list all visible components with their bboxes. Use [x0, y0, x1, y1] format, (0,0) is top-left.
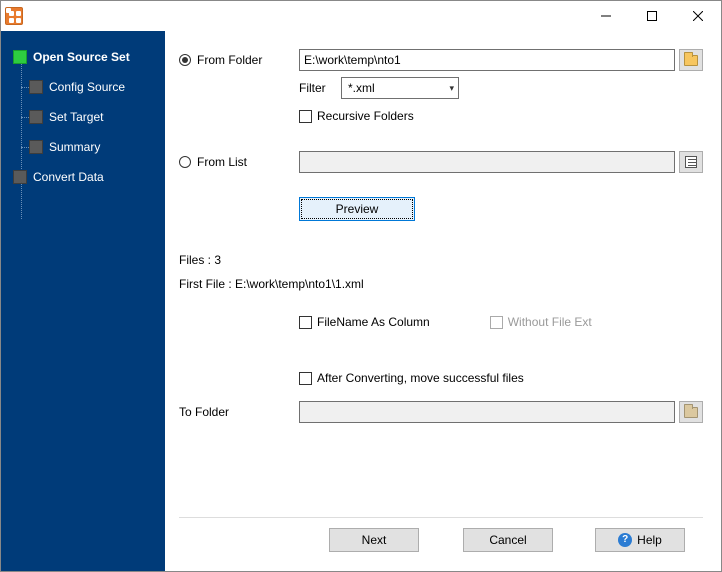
cancel-button[interactable]: Cancel — [463, 528, 553, 552]
from-folder-radio[interactable] — [179, 54, 191, 66]
to-folder-input — [299, 401, 675, 423]
titlebar — [1, 1, 721, 31]
browse-list-button[interactable] — [679, 151, 703, 173]
list-icon — [685, 156, 697, 168]
help-button[interactable]: ? Help — [595, 528, 685, 552]
help-button-label: Help — [637, 533, 662, 547]
recursive-checkbox[interactable] — [299, 110, 312, 123]
to-folder-label: To Folder — [179, 405, 229, 419]
sidebar-item-config-source[interactable]: Config Source — [1, 75, 165, 99]
folder-icon — [684, 55, 698, 66]
close-button[interactable] — [675, 1, 721, 31]
from-list-label: From List — [197, 155, 247, 169]
sidebar-item-set-target[interactable]: Set Target — [1, 105, 165, 129]
from-list-input — [299, 151, 675, 173]
wizard-sidebar: Open Source Set Config Source Set Target… — [1, 31, 165, 571]
app-icon — [5, 7, 23, 25]
after-converting-label: After Converting, move successful files — [317, 371, 524, 385]
window-controls — [583, 1, 721, 31]
step-status-icon — [29, 140, 43, 154]
from-folder-input[interactable] — [299, 49, 675, 71]
chevron-down-icon: ▾ — [449, 83, 454, 94]
from-folder-label: From Folder — [197, 53, 262, 67]
sidebar-item-label: Summary — [49, 140, 100, 154]
cancel-button-label: Cancel — [489, 533, 526, 547]
main-panel: From Folder Filter *.xml ▾ Recursive Fol… — [165, 31, 721, 571]
sidebar-item-open-source-set[interactable]: Open Source Set — [1, 45, 165, 69]
step-status-icon — [29, 110, 43, 124]
minimize-button[interactable] — [583, 1, 629, 31]
filename-as-column-checkbox[interactable] — [299, 316, 312, 329]
step-status-icon — [29, 80, 43, 94]
from-list-radio[interactable] — [179, 156, 191, 168]
recursive-label: Recursive Folders — [317, 109, 414, 123]
sidebar-item-label: Convert Data — [33, 170, 104, 184]
step-status-icon — [13, 50, 27, 64]
browse-to-folder-button[interactable] — [679, 401, 703, 423]
filter-label: Filter — [299, 81, 341, 95]
filter-combo[interactable]: *.xml ▾ — [341, 77, 459, 99]
preview-button-label: Preview — [336, 202, 379, 216]
sidebar-item-convert-data[interactable]: Convert Data — [1, 165, 165, 189]
after-converting-checkbox[interactable] — [299, 372, 312, 385]
sidebar-item-label: Config Source — [49, 80, 125, 94]
next-button-label: Next — [362, 533, 387, 547]
filename-as-column-label: FileName As Column — [317, 315, 430, 329]
sidebar-item-label: Open Source Set — [33, 50, 130, 64]
filter-value: *.xml — [348, 81, 375, 95]
sidebar-item-label: Set Target — [49, 110, 103, 124]
first-file-label: First File : E:\work\temp\nto1\1.xml — [179, 277, 703, 291]
wizard-footer: Next Cancel ? Help — [179, 517, 703, 561]
without-file-ext-checkbox — [490, 316, 503, 329]
step-status-icon — [13, 170, 27, 184]
sidebar-item-summary[interactable]: Summary — [1, 135, 165, 159]
browse-folder-button[interactable] — [679, 49, 703, 71]
folder-icon — [684, 407, 698, 418]
without-file-ext-label: Without File Ext — [508, 315, 592, 329]
next-button[interactable]: Next — [329, 528, 419, 552]
help-icon: ? — [618, 533, 632, 547]
app-window: Open Source Set Config Source Set Target… — [0, 0, 722, 572]
maximize-button[interactable] — [629, 1, 675, 31]
preview-button[interactable]: Preview — [299, 197, 415, 221]
files-count-label: Files : 3 — [179, 253, 703, 267]
